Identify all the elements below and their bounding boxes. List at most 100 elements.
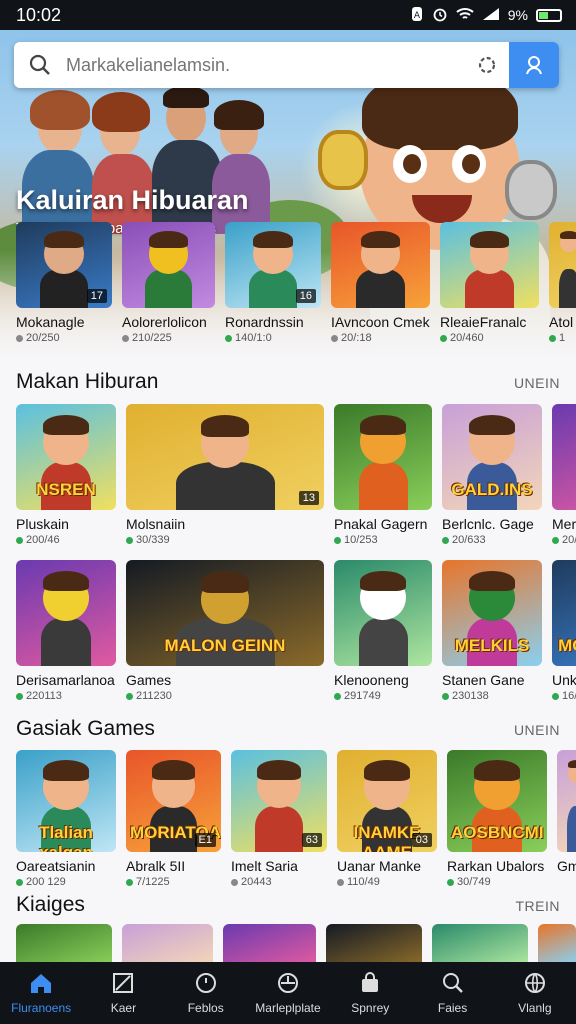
- game-tile[interactable]: 16 Ronardnssin 140/1:0: [225, 222, 321, 344]
- game-meta: 230138: [442, 690, 542, 702]
- game-thumbnail[interactable]: 13: [126, 404, 324, 510]
- game-thumbnail[interactable]: 63: [231, 750, 327, 852]
- section-more-link[interactable]: TREIN: [516, 898, 561, 914]
- game-thumbnail[interactable]: MORIATOAKE1: [126, 750, 221, 852]
- game-tile[interactable]: Pnakal Gagern 10/253: [334, 404, 432, 546]
- game-meta: 291749: [334, 690, 432, 702]
- game-tile[interactable]: MORIATOAKE1 Abralk 5II 7/1225: [126, 750, 221, 888]
- game-thumbnail[interactable]: INAMKE AAME03: [337, 750, 437, 852]
- game-thumbnail[interactable]: MONODES5H: [552, 560, 576, 666]
- game-tile[interactable]: MONODES5H Unkis Losaits 16/149: [552, 560, 576, 702]
- status-dot-icon: [16, 878, 23, 886]
- game-stats: 20443: [241, 876, 272, 888]
- nav-label: Feblos: [187, 1000, 224, 1015]
- nav-item-spnrey[interactable]: Spnrey: [329, 962, 411, 1024]
- game-badge: 16: [295, 289, 316, 303]
- game-stats: 1: [559, 332, 566, 344]
- game-stats: 230138: [452, 690, 489, 702]
- nav-label: Marleplplate: [255, 1000, 321, 1015]
- status-dot-icon: [447, 878, 454, 886]
- game-tile[interactable]: 63 Imelt Saria 20443: [231, 750, 327, 888]
- game-thumbnail[interactable]: [325, 924, 422, 964]
- game-meta: 30/339: [126, 534, 324, 546]
- game-stats: 20/:18: [341, 332, 372, 344]
- game-name: Atol: [549, 314, 574, 330]
- section-more-link[interactable]: UNEIN: [514, 722, 560, 738]
- game-row-1: NSREN Pluskain 200/46 13 Molsnaiin 30/339 Pnak…: [0, 404, 576, 546]
- nav-item-fluranoens[interactable]: Fluranoens: [0, 962, 82, 1024]
- game-thumbnail[interactable]: [122, 924, 214, 964]
- game-tile[interactable]: NSREN Pluskain 200/46: [16, 404, 116, 546]
- game-tile[interactable]: 17 Mokanagle 20/250: [16, 222, 112, 344]
- game-tile[interactable]: Aolorerlolicon 210/225: [122, 222, 215, 344]
- search-button[interactable]: [509, 42, 559, 88]
- game-thumbnail[interactable]: [223, 924, 316, 964]
- game-tile[interactable]: AOSBNCMI Rarkan Ubalors 30/749: [447, 750, 547, 888]
- game-thumbnail[interactable]: 13: [552, 404, 576, 510]
- game-tile[interactable]: 13 Molsnaiin 30/339: [126, 404, 324, 546]
- game-thumbnail[interactable]: [16, 560, 116, 666]
- game-thumbnail[interactable]: [16, 924, 113, 964]
- game-thumbnail[interactable]: [537, 924, 576, 964]
- game-thumbnail[interactable]: 17: [16, 222, 112, 308]
- game-stats: 7/1225: [136, 876, 170, 888]
- game-stats: 210/225: [132, 332, 172, 344]
- game-name: IAvncoon Cmeke: [331, 314, 430, 330]
- game-tile[interactable]: 13 Merahrar Uplcn 20/200: [552, 404, 576, 546]
- nav-item-vlanlg[interactable]: Vlanlg: [494, 962, 576, 1024]
- game-tile[interactable]: RleaieFranalc 20/460: [440, 222, 539, 344]
- game-thumbnail[interactable]: [440, 222, 539, 308]
- game-thumbnail[interactable]: [557, 750, 576, 852]
- filter-icon[interactable]: [465, 54, 509, 76]
- hero-title: Kaluiran Hibuaran: [16, 185, 249, 215]
- nav-item-feblos[interactable]: Feblos: [165, 962, 247, 1024]
- game-thumbnail[interactable]: [122, 222, 215, 308]
- game-thumbnail[interactable]: NSREN: [16, 404, 116, 510]
- game-name: Abralk 5II: [126, 858, 186, 874]
- nav-item-kaer[interactable]: Kaer: [82, 962, 164, 1024]
- status-dot-icon: [334, 536, 341, 544]
- game-meta: 10/253: [334, 534, 432, 546]
- game-tile[interactable]: Atol 1: [549, 222, 576, 344]
- alarm-icon: [432, 6, 448, 25]
- game-tile[interactable]: Gm: [557, 750, 576, 888]
- game-meta: 20/:18: [331, 332, 430, 344]
- game-name: Imelt Saria: [231, 858, 298, 874]
- section-title: Gasiak Games: [16, 717, 155, 740]
- game-tile[interactable]: INAMKE AAME03 Uanar Manke 110/49: [337, 750, 437, 888]
- game-name: Oareatsianin: [16, 858, 96, 874]
- status-icons: A 9%: [410, 6, 562, 25]
- game-thumbnail[interactable]: [334, 560, 432, 666]
- game-meta: 220113: [16, 690, 116, 702]
- game-thumbnail[interactable]: 16: [225, 222, 321, 308]
- game-art-title: Tlalian xalgan: [39, 823, 93, 852]
- game-tile[interactable]: Derisamarlanoa 220113: [16, 560, 116, 702]
- game-thumbnail[interactable]: [549, 222, 576, 308]
- game-tile[interactable]: MALON GEINN Games 211230: [126, 560, 324, 702]
- nav-item-faies[interactable]: Faies: [411, 962, 493, 1024]
- search-icon: [442, 972, 464, 997]
- status-time: 10:02: [16, 4, 62, 25]
- game-thumbnail[interactable]: MELKILS: [442, 560, 542, 666]
- game-thumbnail[interactable]: [431, 924, 528, 964]
- game-tile[interactable]: IAvncoon Cmeke 20/:18: [331, 222, 430, 344]
- signal-icon: [482, 7, 500, 24]
- status-bar: 10:02 A 9%: [0, 0, 576, 30]
- section-more-link[interactable]: UNEIN: [514, 375, 560, 391]
- game-name: Aolorerlolicon: [122, 314, 207, 330]
- game-thumbnail[interactable]: [331, 222, 430, 308]
- game-thumbnail[interactable]: GALD.INS: [442, 404, 542, 510]
- game-thumbnail[interactable]: [334, 404, 432, 510]
- game-tile[interactable]: MELKILS Stanen Gane 230138: [442, 560, 542, 702]
- game-thumbnail[interactable]: AOSBNCMI: [447, 750, 547, 852]
- game-meta: 200/46: [16, 534, 116, 546]
- nav-item-marleplplate[interactable]: Marleplplate: [247, 962, 329, 1024]
- wifi-icon: [456, 7, 474, 24]
- game-tile[interactable]: Klenooneng 291749: [334, 560, 432, 702]
- game-tile[interactable]: GALD.INS Berlcnlc. Gage 20/633: [442, 404, 542, 546]
- game-tile[interactable]: Tlalian xalgan Oareatsianin 200 129: [16, 750, 116, 888]
- search-input[interactable]: [66, 54, 465, 76]
- game-art-title: GALD.INS: [451, 480, 533, 500]
- game-thumbnail[interactable]: Tlalian xalgan: [16, 750, 116, 852]
- game-thumbnail[interactable]: MALON GEINN: [126, 560, 324, 666]
